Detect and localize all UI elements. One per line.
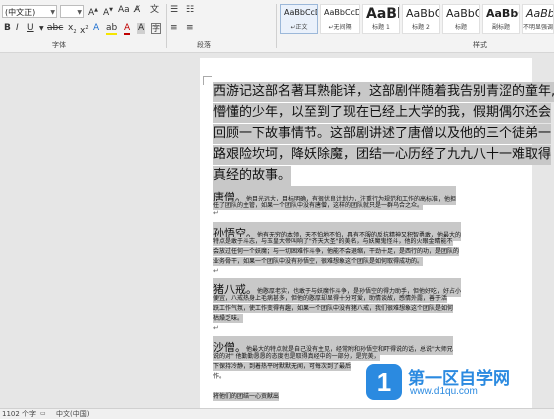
section-text: 特点是敢于斗志，与玉皇大帝叫响了"齐天大圣"的美名，与妖魔鬼怪斗，他的火眼金睛能…	[213, 237, 453, 246]
intro-line: 回顾一下故事情节。这部剧讲述了唐僧以及他的三个徒弟一	[213, 124, 552, 144]
style-no-spacing[interactable]: AaBbCcDd ↵无间隔	[320, 4, 360, 34]
logo-char: 1	[376, 367, 392, 397]
section-text: 下保持冷静，到着热平时默默无闻，可每次到了最后	[213, 362, 352, 371]
section-text: 作。	[213, 373, 226, 380]
intro-line: 懵懂的少年，以至到了现在已经上大学的我，假期偶尔还会	[213, 103, 552, 123]
font-name-combo[interactable]: (中文正) ▼	[2, 5, 57, 18]
style-sample: AaBbC	[446, 7, 480, 20]
style-sample: AaBbC	[486, 7, 519, 20]
chevron-down-icon[interactable]: ▼	[39, 23, 44, 34]
superscript-icon[interactable]: x2	[80, 23, 89, 37]
align-left-icon[interactable]: ≡	[170, 23, 178, 34]
status-bar: 1102 个字 ▭ 中文(中国)	[0, 408, 554, 419]
font-name-value: (中文正)	[5, 8, 36, 17]
align-center-icon[interactable]: ≡	[186, 23, 194, 34]
font-size-combo[interactable]: ▼	[60, 5, 84, 18]
font-color-icon[interactable]: A	[124, 23, 131, 35]
style-name: ↵正文	[290, 24, 308, 31]
style-name: ↵无间隔	[328, 24, 352, 31]
enclose-char-icon[interactable]: 字	[151, 23, 161, 34]
font-group-label: 字体	[52, 41, 66, 49]
clear-format-icon[interactable]: A̸	[134, 5, 140, 16]
style-sample: AaBbC	[526, 7, 553, 20]
style-sample: AaBl	[366, 6, 400, 22]
bullets-icon[interactable]: ☰	[170, 5, 178, 16]
paragraph-mark-icon: ↵	[213, 324, 219, 332]
section-text: 便宜，八戒热身上毛病甚多，但他的憨厚却显得十分可爱，助情谈故，感情外露，善于活	[213, 294, 448, 303]
change-case-icon[interactable]: Aa	[118, 5, 130, 16]
style-name: 标题 2	[412, 24, 430, 31]
paragraph-mark-icon: ↵	[213, 209, 219, 217]
margin-marker	[203, 76, 212, 85]
styles-group-label: 样式	[473, 41, 487, 49]
style-sample: AaBbC	[406, 7, 440, 20]
char-shading-icon[interactable]: A	[137, 23, 146, 34]
bold-icon[interactable]: B	[4, 23, 11, 34]
style-name: 不明显强调	[523, 24, 554, 31]
underline-icon[interactable]: U	[27, 23, 34, 34]
paragraph-mark-icon: ↵	[213, 267, 219, 275]
style-sample: AaBbCcDd	[284, 8, 317, 17]
phonetic-icon[interactable]: 文	[150, 5, 159, 16]
section-text: 说的对" 他勤勤恳恳的态度也是取得真经中的一部分，是完美，	[213, 352, 380, 361]
style-subtle-emphasis[interactable]: AaBbC 不明显强调	[522, 4, 554, 34]
highlight-icon[interactable]: ab	[106, 23, 118, 35]
section-text: 跃工作气氛，使工作变得有趣，如果一个团队中没有猪八戒，我们很难想象这个团队是如何	[213, 304, 454, 313]
style-title[interactable]: AaBbC 标题	[442, 4, 480, 34]
style-name: 标题 1	[372, 24, 390, 31]
chevron-down-icon[interactable]: ▼	[50, 6, 55, 19]
grow-font-icon[interactable]: A▲	[88, 5, 98, 19]
section-text: 枯燥乏味。	[213, 314, 244, 323]
intro-line: 真经的故事。	[213, 166, 292, 186]
paragraph-group-label: 段落	[197, 41, 211, 49]
divider	[276, 4, 277, 48]
style-heading-1[interactable]: AaBl 标题 1	[362, 4, 400, 34]
strikethrough-icon[interactable]: abc	[47, 23, 63, 34]
section-text: 将他们的团结一心贡献出	[213, 392, 280, 401]
section-text: 任了团队的主管，如果一个团队中没有唐僧，这样的团队就只是一群乌合之众。	[213, 201, 424, 210]
style-name: 副标题	[491, 24, 510, 31]
italic-icon[interactable]: I	[16, 23, 19, 34]
section-text: 会放过任何一个妖魔；与一切困难作斗争，他能不会退缩，干劲十足，是西行的功，是团队…	[213, 247, 460, 256]
style-subtitle[interactable]: AaBbC 副标题	[482, 4, 520, 34]
divider	[166, 4, 167, 48]
watermark: 1 第一区自学网 www.d1qu.com	[366, 362, 554, 402]
document-page[interactable]: 西游记这部名著耳熟能详，这部剧伴随着我告别青涩的童年, 懵懂的少年，以至到了现在…	[200, 58, 554, 408]
numbering-icon[interactable]: ☷	[186, 5, 194, 16]
chevron-down-icon[interactable]: ▼	[77, 6, 82, 19]
subscript-icon[interactable]: x2	[68, 23, 77, 38]
style-name: 标题	[454, 24, 467, 31]
style-sample: AaBbCcDd	[324, 8, 359, 17]
watermark-url: www.d1qu.com	[410, 386, 478, 397]
text-effects-icon[interactable]: A	[93, 23, 99, 34]
style-normal[interactable]: AaBbCcDd ↵正文	[280, 4, 318, 34]
shrink-font-icon[interactable]: A▼	[103, 5, 113, 19]
intro-line: 西游记这部名著耳熟能详，这部剧伴随着我告别青涩的童年,	[213, 82, 554, 102]
ribbon: (中文正) ▼ ▼ A▲ A▼ Aa A̸ 文 B I U ▼ abc x2 x…	[0, 0, 554, 53]
section-text: 业务骨干，如果一个团队中没有孙悟空，很难想象这个团队是如何取得成功的。	[213, 257, 424, 266]
intro-line: 路艰险坎坷，降妖除魔，团结一心历经了九九八十一难取得	[213, 145, 552, 165]
style-heading-2[interactable]: AaBbC 标题 2	[402, 4, 440, 34]
